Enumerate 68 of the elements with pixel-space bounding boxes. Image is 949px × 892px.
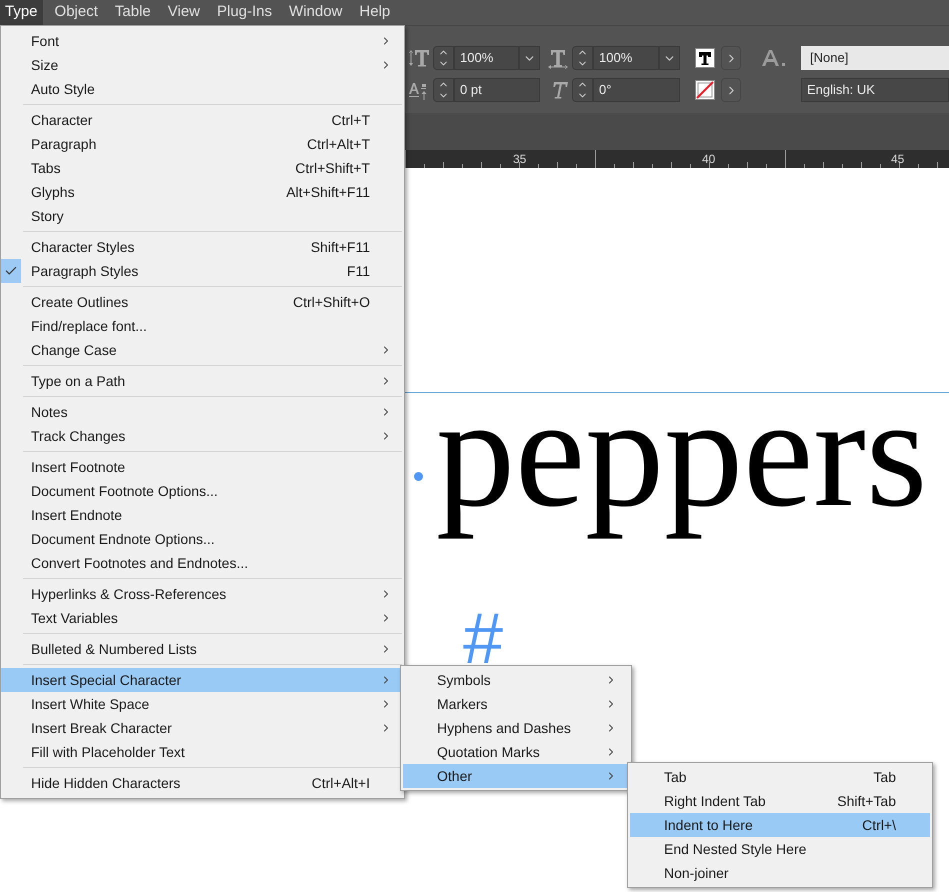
language-dropdown[interactable]: English: UK — [801, 78, 949, 102]
character-style-field[interactable]: [None] — [801, 46, 949, 70]
menu-item[interactable]: Tabs Ctrl+Shift+T — [1, 156, 404, 180]
menu-item[interactable]: Insert White Space — [1, 692, 404, 716]
ruler-label: 40 — [702, 151, 716, 168]
dropdown-button[interactable] — [659, 46, 680, 70]
menu-item[interactable]: Hide Hidden Characters Ctrl+Alt+I — [1, 771, 404, 795]
input-field[interactable]: 100% — [454, 46, 519, 70]
menu-item[interactable]: Insert Footnote — [1, 455, 404, 479]
menu-item[interactable]: Text Variables — [1, 606, 404, 630]
spinner-button[interactable] — [572, 78, 593, 102]
character-style-icon — [761, 48, 787, 68]
menu-bar-item[interactable]: Plug-Ins — [212, 0, 278, 25]
text-fill-swatch-icon[interactable] — [695, 48, 715, 68]
menu-item[interactable]: Type on a Path — [1, 369, 404, 393]
menu-item[interactable]: Markers — [403, 692, 629, 716]
menu-item[interactable]: Paragraph Ctrl+Alt+T — [1, 132, 404, 156]
menu-item[interactable]: Hyphens and Dashes — [403, 716, 629, 740]
menu-item[interactable]: Track Changes — [1, 424, 404, 448]
menu-item[interactable]: Insert Endnote — [1, 503, 404, 527]
menu-item[interactable]: Character Styles Shift+F11 — [1, 235, 404, 259]
menu-bar-item[interactable]: Help — [354, 0, 396, 25]
menu-bar-item[interactable]: Table — [110, 0, 156, 25]
menu-item[interactable]: Notes — [1, 400, 404, 424]
ruler-label: 35 — [513, 151, 526, 168]
menu-item[interactable]: Right Indent Tab Shift+Tab — [630, 789, 930, 813]
menu-bar-item[interactable]: View — [162, 0, 205, 25]
menu-bar-item[interactable]: Type — [0, 0, 43, 25]
input-field[interactable]: 100% — [593, 46, 659, 70]
menu-item[interactable]: Character Ctrl+T — [1, 108, 404, 132]
menu-item[interactable]: Quotation Marks — [403, 740, 629, 764]
menu-item[interactable]: Change Case — [1, 338, 404, 362]
menu-item[interactable]: Paragraph Styles F11 — [1, 259, 404, 283]
spinner-button[interactable] — [433, 46, 454, 70]
menu-item[interactable]: Story — [1, 204, 404, 228]
input-field[interactable]: 0° — [593, 78, 680, 102]
menu-item[interactable]: Document Endnote Options... — [1, 527, 404, 551]
arrow-button[interactable] — [721, 78, 741, 102]
menu-item[interactable]: Tab Tab — [630, 765, 930, 789]
spinner-button[interactable] — [433, 78, 454, 102]
vertical-scale-icon — [408, 47, 430, 69]
menu-item[interactable]: Glyphs Alt+Shift+F11 — [1, 180, 404, 204]
menu-item[interactable]: End Nested Style Here — [630, 837, 930, 861]
menu-item[interactable]: Fill with Placeholder Text — [1, 740, 404, 764]
menu-item[interactable]: Bulleted & Numbered Lists — [1, 637, 404, 661]
horizontal-scale-icon — [547, 47, 569, 69]
document-word: peppers — [436, 364, 928, 542]
menu-item[interactable]: Size — [1, 53, 404, 77]
menu-item[interactable]: Font — [1, 29, 404, 53]
menu-item[interactable]: Create Outlines Ctrl+Shift+O — [1, 290, 404, 314]
menu-item[interactable]: Find/replace font... — [1, 314, 404, 338]
spinner-button[interactable] — [572, 46, 593, 70]
stroke-none-swatch-icon[interactable] — [695, 80, 715, 100]
arrow-button[interactable] — [721, 46, 741, 70]
dropdown-button[interactable] — [519, 46, 540, 70]
input-field[interactable]: 0 pt — [454, 78, 540, 102]
ruler-label: 45 — [891, 151, 904, 168]
menu-item[interactable]: Insert Break Character — [1, 716, 404, 740]
menu-item[interactable]: Document Footnote Options... — [1, 479, 404, 503]
menu-item[interactable]: Auto Style — [1, 77, 404, 101]
menu-item[interactable]: Indent to Here Ctrl+\ — [630, 813, 930, 837]
menu-item[interactable]: Hyperlinks & Cross-References — [1, 582, 404, 606]
menu-bar-item[interactable]: Window — [284, 0, 348, 25]
menu-item[interactable]: Convert Footnotes and Endnotes... — [1, 551, 404, 575]
menu-bar-item[interactable]: Object — [50, 0, 103, 25]
menu-item[interactable]: Other — [403, 764, 629, 788]
menu-item[interactable]: Non-joiner — [630, 861, 930, 885]
checkmark-icon — [1, 259, 21, 283]
